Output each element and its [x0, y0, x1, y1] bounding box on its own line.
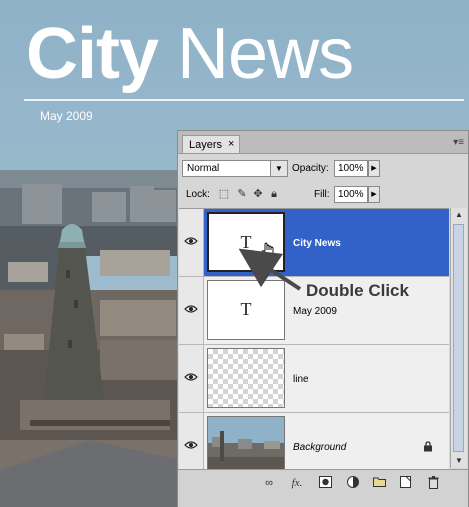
- fill-stepper-arrow-icon[interactable]: ▶: [368, 186, 380, 203]
- chevron-down-icon[interactable]: ▼: [270, 161, 287, 176]
- poster-title: City News: [26, 6, 354, 102]
- lock-position-icon[interactable]: ✥: [252, 188, 264, 200]
- new-group-icon[interactable]: [372, 476, 386, 490]
- layer-thumbnail[interactable]: T: [207, 280, 285, 340]
- scroll-down-icon[interactable]: ▼: [451, 454, 467, 468]
- text-layer-icon: T: [240, 299, 252, 319]
- layers-panel: Layers × ▾≡ Normal ▼ Opacity: 100% ▶ Loc…: [177, 130, 469, 507]
- lock-icon: [423, 441, 433, 455]
- panel-menu-icon[interactable]: ▾≡: [453, 137, 464, 148]
- hand-cursor-icon: [261, 242, 274, 260]
- layers-list: T City News T May 2009 line Background: [179, 208, 449, 469]
- poster-date: May 2009: [40, 109, 93, 123]
- new-layer-icon[interactable]: [398, 476, 412, 490]
- blend-mode-select[interactable]: Normal ▼: [182, 160, 288, 177]
- layer-name-city-news[interactable]: City News: [293, 238, 341, 249]
- panel-tab-bar: Layers × ▾≡: [178, 131, 468, 154]
- layer-row-line[interactable]: line: [179, 345, 449, 413]
- eye-icon[interactable]: [184, 440, 198, 450]
- layer-row-background[interactable]: Background: [179, 413, 449, 469]
- scroll-up-icon[interactable]: ▲: [451, 208, 467, 222]
- lock-all-icon[interactable]: 🔒︎: [268, 188, 280, 200]
- tab-layers-label: Layers: [189, 139, 223, 151]
- fx-icon[interactable]: fx.: [288, 476, 306, 490]
- double-click-callout: Double Click: [306, 281, 409, 300]
- lock-transparent-icon[interactable]: ⬚: [218, 188, 230, 200]
- layer-name-line[interactable]: line: [293, 374, 309, 385]
- visibility-toggle[interactable]: [179, 413, 204, 469]
- background-photo-thumbnail: [208, 417, 284, 469]
- close-icon[interactable]: ×: [228, 138, 234, 150]
- layer-name-background[interactable]: Background: [293, 442, 346, 453]
- fill-label: Fill:: [314, 189, 330, 200]
- opacity-stepper-arrow-icon[interactable]: ▶: [368, 160, 380, 177]
- title-news: News: [177, 14, 354, 94]
- layer-name-may-2009[interactable]: May 2009: [293, 306, 337, 317]
- eye-icon[interactable]: [184, 372, 198, 382]
- tab-layers[interactable]: Layers ×: [182, 135, 240, 153]
- panel-bottom-toolbar: ∞ fx.: [178, 469, 468, 507]
- link-layers-icon[interactable]: ∞: [262, 476, 276, 490]
- layer-row-city-news[interactable]: T City News: [179, 209, 449, 277]
- title-city: City: [26, 14, 159, 94]
- visibility-toggle[interactable]: [179, 345, 204, 412]
- scrollbar-thumb[interactable]: [453, 224, 464, 452]
- visibility-toggle[interactable]: [179, 209, 204, 276]
- lock-row: Lock: ⬚ ✎ ✥ 🔒︎ Fill: 100% ▶: [178, 184, 468, 206]
- layer-thumbnail[interactable]: [207, 416, 285, 469]
- trash-icon[interactable]: [426, 476, 440, 490]
- visibility-toggle[interactable]: [179, 277, 204, 344]
- lock-label: Lock:: [186, 189, 210, 200]
- title-rule: [24, 99, 464, 101]
- add-mask-icon[interactable]: [318, 476, 332, 490]
- layer-thumbnail[interactable]: T: [207, 212, 285, 272]
- opacity-field[interactable]: 100%: [334, 160, 368, 177]
- eye-icon[interactable]: [184, 304, 198, 314]
- opacity-label: Opacity:: [292, 163, 329, 174]
- layers-scrollbar[interactable]: ▲ ▼: [450, 208, 467, 468]
- fill-field[interactable]: 100%: [334, 186, 368, 203]
- layer-thumbnail[interactable]: [207, 348, 285, 408]
- blend-row: Normal ▼ Opacity: 100% ▶: [178, 158, 468, 180]
- eye-icon[interactable]: [184, 236, 198, 246]
- blend-mode-value: Normal: [187, 163, 220, 174]
- lock-image-icon[interactable]: ✎: [236, 188, 248, 200]
- adjustment-layer-icon[interactable]: [346, 476, 360, 490]
